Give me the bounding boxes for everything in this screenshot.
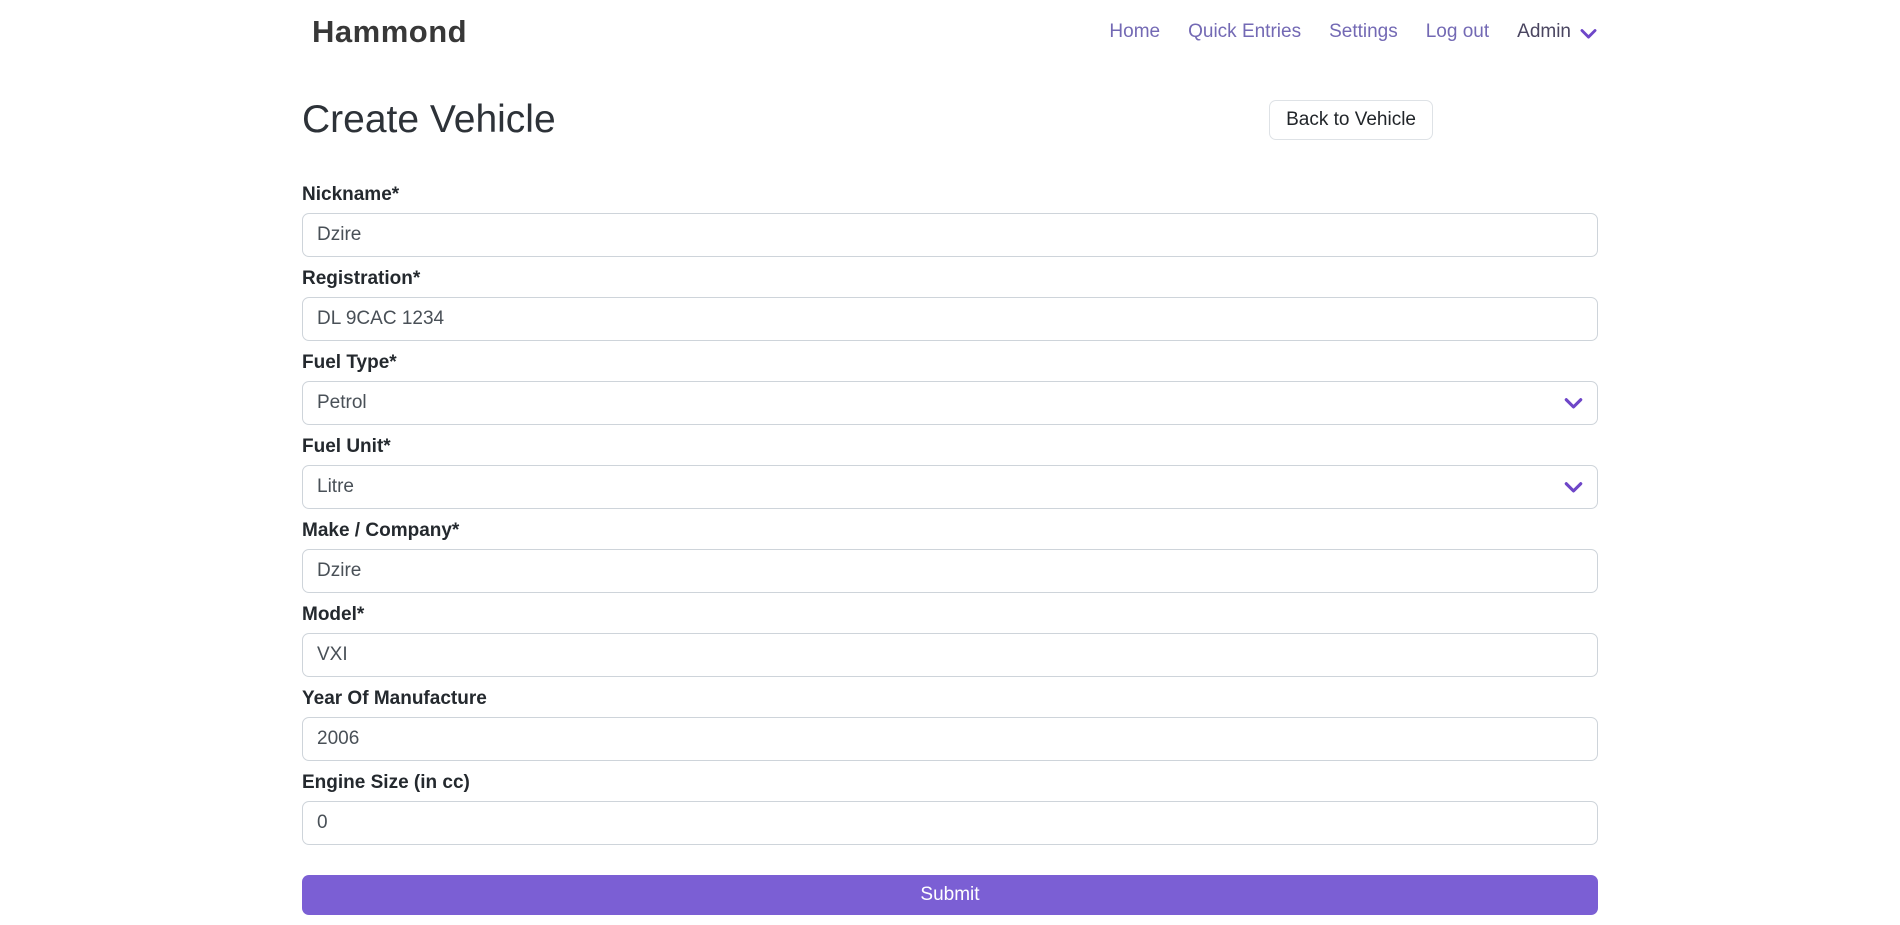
submit-button[interactable]: Submit <box>302 875 1598 915</box>
chevron-down-icon <box>1579 24 1598 43</box>
user-dropdown-admin[interactable]: Admin <box>1503 13 1598 51</box>
engine-size-input[interactable] <box>302 801 1598 845</box>
nickname-label: Nickname* <box>302 183 1598 206</box>
chevron-down-icon <box>1563 393 1584 414</box>
field-registration: Registration* <box>302 267 1598 341</box>
field-model: Model* <box>302 603 1598 677</box>
nav-link-logout[interactable]: Log out <box>1412 13 1503 51</box>
user-dropdown-label: Admin <box>1517 21 1571 43</box>
field-make-company: Make / Company* <box>302 519 1598 593</box>
nickname-input[interactable] <box>302 213 1598 257</box>
create-vehicle-form: Nickname* Registration* Fuel Type* Petro… <box>302 183 1598 915</box>
model-input[interactable] <box>302 633 1598 677</box>
fuel-type-label: Fuel Type* <box>302 351 1598 374</box>
model-label: Model* <box>302 603 1598 626</box>
brand-logo[interactable]: Hammond <box>302 14 467 50</box>
back-to-vehicle-button[interactable]: Back to Vehicle <box>1269 100 1433 140</box>
top-navbar: Hammond Home Quick Entries Settings Log … <box>302 0 1598 62</box>
fuel-unit-select[interactable]: Litre <box>302 465 1598 509</box>
nav-link-quick-entries[interactable]: Quick Entries <box>1174 13 1315 51</box>
field-fuel-unit: Fuel Unit* Litre <box>302 435 1598 509</box>
fuel-unit-selected-value: Litre <box>317 476 354 498</box>
field-fuel-type: Fuel Type* Petrol <box>302 351 1598 425</box>
nav-menu: Home Quick Entries Settings Log out Admi… <box>1095 13 1598 51</box>
field-year-of-manufacture: Year Of Manufacture <box>302 687 1598 761</box>
page-header: Create Vehicle Back to Vehicle <box>302 98 1598 142</box>
fuel-unit-label: Fuel Unit* <box>302 435 1598 458</box>
make-company-input[interactable] <box>302 549 1598 593</box>
nav-link-settings[interactable]: Settings <box>1315 13 1412 51</box>
year-of-manufacture-input[interactable] <box>302 717 1598 761</box>
fuel-type-select[interactable]: Petrol <box>302 381 1598 425</box>
chevron-down-icon <box>1563 477 1584 498</box>
year-of-manufacture-label: Year Of Manufacture <box>302 687 1598 710</box>
registration-label: Registration* <box>302 267 1598 290</box>
field-nickname: Nickname* <box>302 183 1598 257</box>
field-engine-size: Engine Size (in cc) <box>302 771 1598 845</box>
make-company-label: Make / Company* <box>302 519 1598 542</box>
engine-size-label: Engine Size (in cc) <box>302 771 1598 794</box>
nav-link-home[interactable]: Home <box>1095 13 1174 51</box>
fuel-type-selected-value: Petrol <box>317 392 367 414</box>
registration-input[interactable] <box>302 297 1598 341</box>
main-content: Create Vehicle Back to Vehicle Nickname*… <box>302 62 1598 915</box>
page-title: Create Vehicle <box>302 98 556 142</box>
